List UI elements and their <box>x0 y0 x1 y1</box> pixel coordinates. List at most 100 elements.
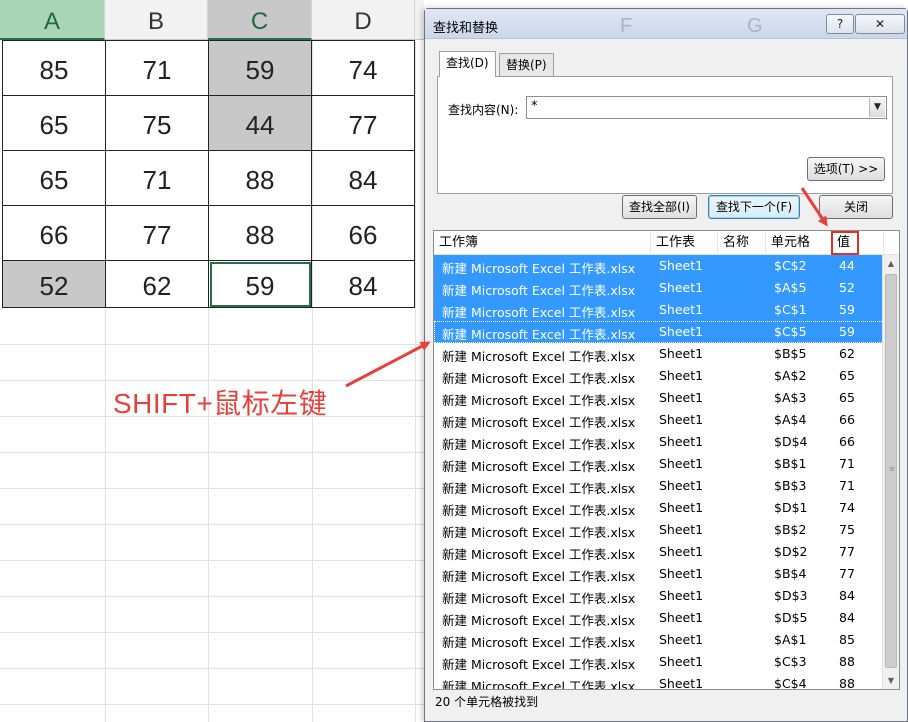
status-bar: 20 个单元格被找到 <box>435 695 539 709</box>
find-what-value: * <box>531 99 538 114</box>
result-row[interactable]: 新建 Microsoft Excel 工作表.xlsx Sheet1 $D$4 66 <box>434 431 884 453</box>
result-row[interactable]: 新建 Microsoft Excel 工作表.xlsx Sheet1 $D$3 84 <box>434 585 884 607</box>
result-value: 74 <box>839 500 855 515</box>
column-header-name[interactable]: 名称 <box>718 231 766 255</box>
cell-d3[interactable]: 84 <box>311 150 415 206</box>
find-what-input[interactable]: * ▼ <box>526 96 887 119</box>
results-scrollbar[interactable]: ▲ ≡ ▼ <box>882 255 899 689</box>
result-row[interactable]: 新建 Microsoft Excel 工作表.xlsx Sheet1 $B$5 62 <box>434 343 884 365</box>
result-row[interactable]: 新建 Microsoft Excel 工作表.xlsx Sheet1 $D$2 77 <box>434 541 884 563</box>
result-sheet: Sheet1 <box>659 588 704 603</box>
result-workbook: 新建 Microsoft Excel 工作表.xlsx <box>442 327 636 342</box>
cell-c5[interactable]: 59 <box>208 260 312 308</box>
results-list[interactable]: 工作簿 工作表 名称 单元格 值 新建 Microsoft Excel 工作表.… <box>433 230 900 690</box>
result-row[interactable]: 新建 Microsoft Excel 工作表.xlsx Sheet1 $A$4 66 <box>434 409 884 431</box>
close-button[interactable]: 关闭 <box>819 195 893 219</box>
result-row[interactable]: 新建 Microsoft Excel 工作表.xlsx Sheet1 $C$5 59 <box>434 321 884 343</box>
column-header-sheet[interactable]: 工作表 <box>651 231 718 255</box>
cell-a2[interactable]: 65 <box>2 95 106 151</box>
result-row[interactable]: 新建 Microsoft Excel 工作表.xlsx Sheet1 $C$3 88 <box>434 651 884 673</box>
result-cell: $C$3 <box>774 654 807 669</box>
result-cell: $D$5 <box>774 610 808 625</box>
result-row[interactable]: 新建 Microsoft Excel 工作表.xlsx Sheet1 $A$2 65 <box>434 365 884 387</box>
cell-c1[interactable]: 59 <box>208 40 312 96</box>
result-workbook: 新建 Microsoft Excel 工作表.xlsx <box>442 437 636 452</box>
result-sheet: Sheet1 <box>659 434 704 449</box>
cell-b5[interactable]: 62 <box>105 260 209 308</box>
column-header-c[interactable]: C <box>208 0 312 40</box>
close-icon[interactable]: ✕ <box>855 14 905 34</box>
cell-b2[interactable]: 75 <box>105 95 209 151</box>
result-row[interactable]: 新建 Microsoft Excel 工作表.xlsx Sheet1 $D$1 74 <box>434 497 884 519</box>
column-header-d[interactable]: D <box>312 0 415 40</box>
result-row[interactable]: 新建 Microsoft Excel 工作表.xlsx Sheet1 $D$5 84 <box>434 607 884 629</box>
result-row[interactable]: 新建 Microsoft Excel 工作表.xlsx Sheet1 $B$2 75 <box>434 519 884 541</box>
cell-c2[interactable]: 44 <box>208 95 312 151</box>
result-row[interactable]: 新建 Microsoft Excel 工作表.xlsx Sheet1 $A$3 65 <box>434 387 884 409</box>
find-all-button[interactable]: 查找全部(I) <box>622 195 697 219</box>
result-workbook: 新建 Microsoft Excel 工作表.xlsx <box>442 459 636 474</box>
cell-d2[interactable]: 77 <box>311 95 415 151</box>
options-button[interactable]: 选项(T) >> <box>807 157 885 181</box>
cell-d4[interactable]: 66 <box>311 205 415 261</box>
result-value: 85 <box>839 632 855 647</box>
dialog-titlebar[interactable]: 查找和替换 F G ? ✕ <box>425 9 907 39</box>
cell-d5[interactable]: 84 <box>311 260 415 308</box>
tab-find[interactable]: 查找(D) <box>439 51 496 77</box>
result-row[interactable]: 新建 Microsoft Excel 工作表.xlsx Sheet1 $C$4 88 <box>434 673 884 689</box>
column-header-b[interactable]: B <box>105 0 208 40</box>
result-cell: $D$2 <box>774 544 808 559</box>
grip-icon: ≡ <box>889 465 895 473</box>
find-next-button[interactable]: 查找下一个(F) <box>708 195 800 219</box>
column-header-a[interactable]: A <box>0 0 105 40</box>
column-header-cell[interactable]: 单元格 <box>766 231 832 255</box>
cell-b3[interactable]: 71 <box>105 150 209 206</box>
result-workbook: 新建 Microsoft Excel 工作表.xlsx <box>442 657 636 672</box>
result-cell: $D$3 <box>774 588 808 603</box>
column-header-workbook[interactable]: 工作簿 <box>434 231 651 255</box>
cell-c3[interactable]: 88 <box>208 150 312 206</box>
cell-b1[interactable]: 71 <box>105 40 209 96</box>
scroll-down-icon[interactable]: ▼ <box>883 672 899 689</box>
result-row[interactable]: 新建 Microsoft Excel 工作表.xlsx Sheet1 $B$4 77 <box>434 563 884 585</box>
cell-a1[interactable]: 85 <box>2 40 106 96</box>
result-workbook: 新建 Microsoft Excel 工作表.xlsx <box>442 591 636 606</box>
result-sheet: Sheet1 <box>659 302 704 317</box>
column-headers: A B C D <box>0 0 424 40</box>
result-sheet: Sheet1 <box>659 566 704 581</box>
cell-d1[interactable]: 74 <box>311 40 415 96</box>
cell-b4[interactable]: 77 <box>105 205 209 261</box>
dropdown-arrow-icon[interactable]: ▼ <box>869 98 885 117</box>
find-replace-dialog: 查找和替换 F G ? ✕ 查找(D) 替换(P) 查找内容(N): * ▼ 选… <box>424 8 908 722</box>
result-row[interactable]: 新建 Microsoft Excel 工作表.xlsx Sheet1 $B$1 71 <box>434 453 884 475</box>
help-button[interactable]: ? <box>826 14 854 34</box>
result-workbook: 新建 Microsoft Excel 工作表.xlsx <box>442 393 636 408</box>
result-row[interactable]: 新建 Microsoft Excel 工作表.xlsx Sheet1 $C$1 59 <box>434 299 884 321</box>
cell-a4[interactable]: 66 <box>2 205 106 261</box>
cell-c4[interactable]: 88 <box>208 205 312 261</box>
result-row[interactable]: 新建 Microsoft Excel 工作表.xlsx Sheet1 $B$3 71 <box>434 475 884 497</box>
result-row[interactable]: 新建 Microsoft Excel 工作表.xlsx Sheet1 $C$2 44 <box>434 255 884 277</box>
cell-a3[interactable]: 65 <box>2 150 106 206</box>
result-value: 65 <box>839 390 855 405</box>
tab-replace[interactable]: 替换(P) <box>499 53 554 77</box>
result-sheet: Sheet1 <box>659 500 704 515</box>
result-workbook: 新建 Microsoft Excel 工作表.xlsx <box>442 503 636 518</box>
cell-a5[interactable]: 52 <box>2 260 106 308</box>
result-workbook: 新建 Microsoft Excel 工作表.xlsx <box>442 283 636 298</box>
result-cell: $C$2 <box>774 258 807 273</box>
result-workbook: 新建 Microsoft Excel 工作表.xlsx <box>442 481 636 496</box>
result-sheet: Sheet1 <box>659 324 704 339</box>
scroll-thumb[interactable]: ≡ <box>885 274 897 668</box>
scroll-up-icon[interactable]: ▲ <box>883 255 899 272</box>
table-row: 65 75 44 77 <box>2 95 415 151</box>
result-row[interactable]: 新建 Microsoft Excel 工作表.xlsx Sheet1 $A$1 85 <box>434 629 884 651</box>
result-sheet: Sheet1 <box>659 544 704 559</box>
result-cell: $A$4 <box>774 412 807 427</box>
result-sheet: Sheet1 <box>659 280 704 295</box>
result-value: 77 <box>839 544 855 559</box>
result-row[interactable]: 新建 Microsoft Excel 工作表.xlsx Sheet1 $A$5 52 <box>434 277 884 299</box>
result-cell: $B$5 <box>774 346 807 361</box>
result-value: 66 <box>839 412 855 427</box>
result-cell: $A$1 <box>774 632 807 647</box>
